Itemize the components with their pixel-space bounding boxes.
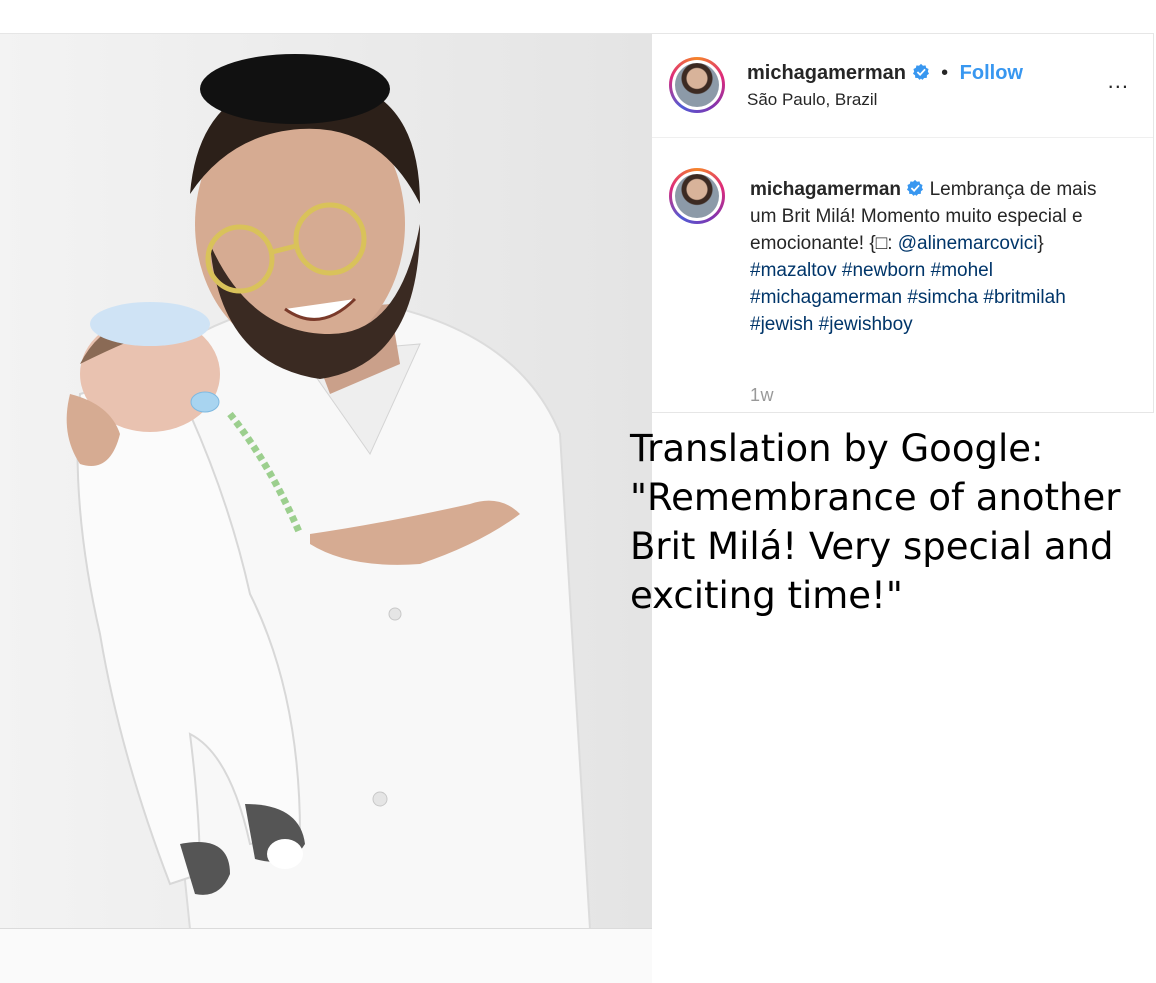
post-caption: michagamerman Lembrança de mais um Brit … xyxy=(750,176,1120,338)
hashtag-link[interactable]: #michagamerman xyxy=(750,287,902,308)
caption-avatar[interactable] xyxy=(669,168,725,224)
verified-badge-icon xyxy=(912,63,929,80)
post-side-panel: michagamerman • Follow São Paulo, Brazil… xyxy=(652,33,1154,413)
caption-close-brace: } xyxy=(1037,233,1044,254)
verified-badge-icon xyxy=(907,179,924,196)
separator-dot: • xyxy=(941,62,949,84)
follow-button[interactable]: Follow xyxy=(960,62,1023,84)
caption-username-link[interactable]: michagamerman xyxy=(750,179,901,200)
photo-illustration xyxy=(0,34,652,929)
photo-footer-bar xyxy=(0,928,652,983)
hashtag-link[interactable]: #mazaltov xyxy=(750,260,837,281)
location-link[interactable]: São Paulo, Brazil xyxy=(747,90,877,110)
header-user-line: michagamerman • Follow xyxy=(747,62,1023,85)
post-timestamp[interactable]: 1w xyxy=(750,385,774,406)
post-photo[interactable] xyxy=(0,33,652,929)
hashtag-link[interactable]: #simcha xyxy=(907,287,978,308)
caption-colon: : xyxy=(887,233,893,254)
username-link[interactable]: michagamerman xyxy=(747,62,906,84)
hashtag-link[interactable]: #britmilah xyxy=(983,287,1065,308)
translation-overlay-text: Translation by Google: "Remembrance of a… xyxy=(630,427,1121,617)
more-options-icon[interactable]: ... xyxy=(1108,68,1129,94)
post-header: michagamerman • Follow São Paulo, Brazil… xyxy=(652,34,1153,138)
hashtag-link[interactable]: #jewishboy xyxy=(819,314,913,335)
hashtag-link[interactable]: #jewish xyxy=(750,314,813,335)
hashtag-link[interactable]: #newborn xyxy=(842,260,925,281)
avatar[interactable] xyxy=(669,57,725,113)
emoji-placeholder: □ xyxy=(875,233,888,254)
hashtag-link[interactable]: #mohel xyxy=(931,260,993,281)
mention-link[interactable]: @alinemarcovici xyxy=(898,233,1038,254)
